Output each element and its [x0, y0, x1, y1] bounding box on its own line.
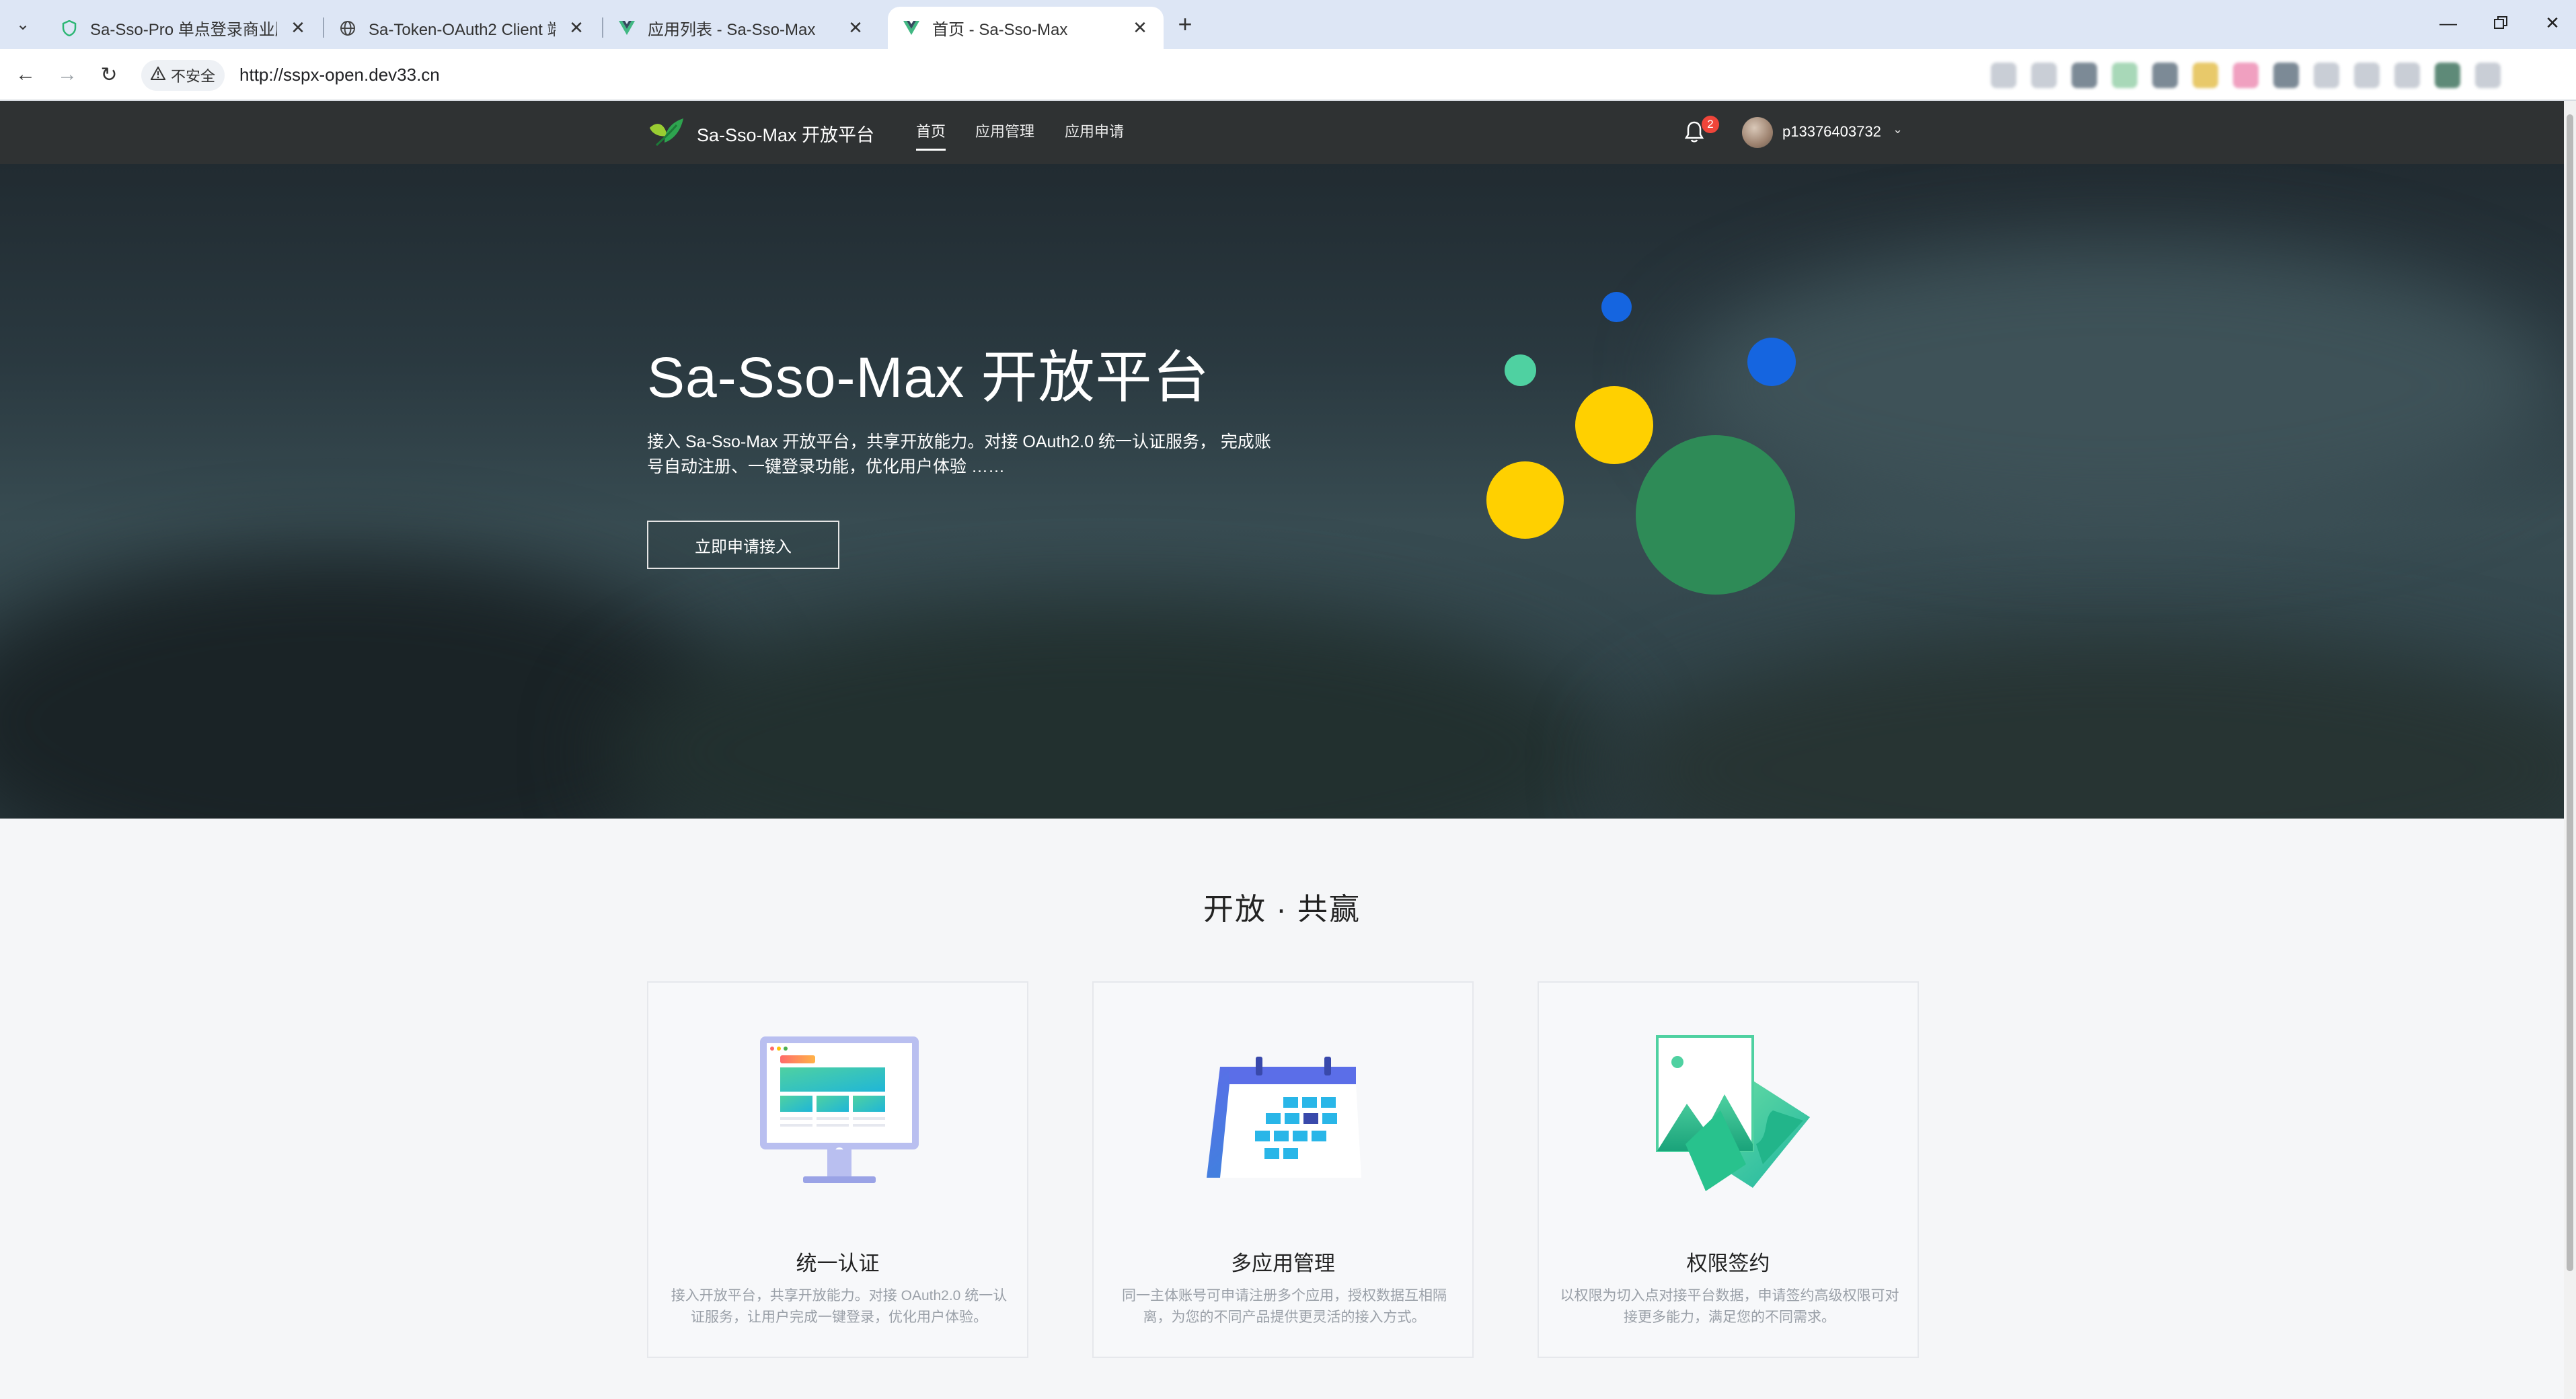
image-illustration-icon — [1645, 1030, 1813, 1198]
background-mountain — [1614, 635, 2564, 819]
extension-icon[interactable] — [2233, 63, 2259, 88]
browser-tab-1[interactable]: Sa-Sso-Pro 单点登录商业版 ✕ — [46, 7, 321, 49]
browser-toolbar: ← → ↻ 不安全 http://sspx-open.dev33.cn — [0, 49, 2576, 101]
extension-icon[interactable] — [2152, 63, 2178, 88]
tab-title: 首页 - Sa-Sso-Max — [932, 21, 1068, 39]
browser-tab-2[interactable]: Sa-Token-OAuth2 Client 端 - ✕ — [324, 7, 600, 49]
monitor-illustration-icon — [755, 1030, 923, 1198]
brand-name: Sa-Sso-Max 开放平台 — [697, 125, 875, 145]
nav-app-management[interactable]: 应用管理 — [975, 120, 1034, 141]
browser-tab-4[interactable]: 首页 - Sa-Sso-Max ✕ — [888, 7, 1164, 49]
web-page: Sa-Sso-Max 开放平台 首页 应用管理 应用申请 2 p13376403… — [0, 101, 2564, 1399]
hero-banner: Sa-Sso-Max 开放平台 接入 Sa-Sso-Max 开放平台，共享开放能… — [0, 164, 2564, 819]
vue-logo-icon — [903, 20, 920, 37]
page-scrollbar[interactable] — [2564, 101, 2576, 1399]
decor-circle — [1636, 435, 1795, 595]
card-description: 接入开放平台，共享开放能力。对接 OAuth2.0 统一认证服务，让用户完成一键… — [671, 1288, 1008, 1325]
decor-circle — [1601, 292, 1632, 322]
close-icon[interactable]: ✕ — [1131, 17, 1149, 38]
back-icon[interactable]: ← — [11, 60, 40, 89]
tab-search-button[interactable]: ⌄ — [8, 9, 38, 39]
close-icon[interactable]: ✕ — [847, 17, 864, 38]
nav-app-apply[interactable]: 应用申请 — [1065, 120, 1124, 141]
section-title: 开放 · 共赢 — [1203, 892, 1361, 926]
decor-circle — [1505, 354, 1536, 386]
close-window-icon[interactable]: ✕ — [2532, 8, 2573, 38]
calendar-illustration-icon — [1200, 1030, 1368, 1198]
extension-icon[interactable] — [2314, 63, 2339, 88]
extension-icon[interactable] — [1991, 63, 2016, 88]
extension-icon[interactable] — [2193, 63, 2218, 88]
extension-icon[interactable] — [2072, 63, 2097, 88]
apply-access-button[interactable]: 立即申请接入 — [647, 521, 839, 569]
card-description: 同一主体账号可申请注册多个应用，授权数据互相隔离，为您的不同产品提供更灵活的接入… — [1122, 1288, 1447, 1325]
decor-circle — [1486, 461, 1564, 539]
close-icon[interactable]: ✕ — [568, 17, 585, 38]
username[interactable]: p13376403732 — [1782, 123, 1881, 141]
extension-icon[interactable] — [2354, 63, 2380, 88]
shield-icon — [61, 20, 78, 37]
security-label: 不安全 — [171, 67, 216, 85]
new-tab-button[interactable]: + — [1170, 9, 1200, 39]
reload-icon[interactable]: ↻ — [94, 60, 124, 89]
extension-icon[interactable] — [2273, 63, 2299, 88]
card-title: 权限签约 — [1686, 1252, 1770, 1275]
brand[interactable]: Sa-Sso-Max 开放平台 — [647, 116, 874, 151]
minimize-icon[interactable]: — — [2428, 8, 2468, 38]
extensions-area — [1991, 63, 2501, 88]
hero-title: Sa-Sso-Max 开放平台 — [647, 346, 1210, 409]
card-title: 统一认证 — [796, 1252, 880, 1275]
extension-icon[interactable] — [2394, 63, 2420, 88]
avatar[interactable] — [1742, 117, 1773, 148]
restore-icon[interactable] — [2480, 8, 2521, 38]
background-mountain — [605, 601, 1614, 819]
site-header: Sa-Sso-Max 开放平台 首页 应用管理 应用申请 2 p13376403… — [0, 101, 2564, 164]
vue-logo-icon — [618, 20, 636, 37]
url-text[interactable]: http://sspx-open.dev33.cn — [239, 65, 440, 85]
tab-title: Sa-Sso-Pro 单点登录商业版 — [90, 21, 277, 39]
menu-icon[interactable] — [2475, 63, 2501, 88]
forward-icon[interactable]: → — [52, 60, 82, 89]
nav-home[interactable]: 首页 — [916, 120, 946, 151]
hero-description: 接入 Sa-Sso-Max 开放平台，共享开放能力。对接 OAuth2.0 统一… — [647, 432, 1271, 476]
extension-icon[interactable] — [2112, 63, 2137, 88]
notification-badge: 2 — [1702, 116, 1719, 133]
tab-title: 应用列表 - Sa-Sso-Max — [648, 21, 816, 39]
leaf-logo-icon — [647, 116, 686, 151]
security-indicator[interactable]: 不安全 — [141, 59, 225, 91]
warning-icon — [150, 65, 166, 84]
chevron-down-icon[interactable]: ⌄ — [1893, 122, 1903, 137]
browser-tab-bar: ⌄ Sa-Sso-Pro 单点登录商业版 ✕ Sa-Token-OAuth2 C… — [0, 0, 2576, 49]
chevron-down-icon: ⌄ — [15, 15, 30, 34]
feature-card-multi-app[interactable]: 多应用管理 同一主体账号可申请注册多个应用，授权数据互相隔离，为您的不同产品提供… — [1092, 981, 1474, 1358]
extension-icon[interactable] — [2031, 63, 2057, 88]
decor-circle — [1575, 386, 1653, 464]
card-title: 多应用管理 — [1231, 1252, 1335, 1275]
scrollbar-thumb[interactable] — [2567, 114, 2573, 1271]
card-description: 以权限为切入点对接平台数据，申请签约高级权限可对接更多能力，满足您的不同需求。 — [1560, 1288, 1899, 1325]
tab-title: Sa-Token-OAuth2 Client 端 - — [369, 21, 556, 39]
profile-icon[interactable] — [2435, 63, 2460, 88]
decor-circle — [1747, 338, 1796, 386]
browser-tab-3[interactable]: 应用列表 - Sa-Sso-Max ✕ — [603, 7, 879, 49]
globe-icon — [339, 20, 356, 37]
close-icon[interactable]: ✕ — [289, 17, 307, 38]
background-sky — [1681, 245, 2556, 527]
feature-card-permission[interactable]: 权限签约 以权限为切入点对接平台数据，申请签约高级权限可对接更多能力，满足您的不… — [1538, 981, 1919, 1358]
feature-card-unified-auth[interactable]: 统一认证 接入开放平台，共享开放能力。对接 OAuth2.0 统一认证服务，让用… — [647, 981, 1028, 1358]
